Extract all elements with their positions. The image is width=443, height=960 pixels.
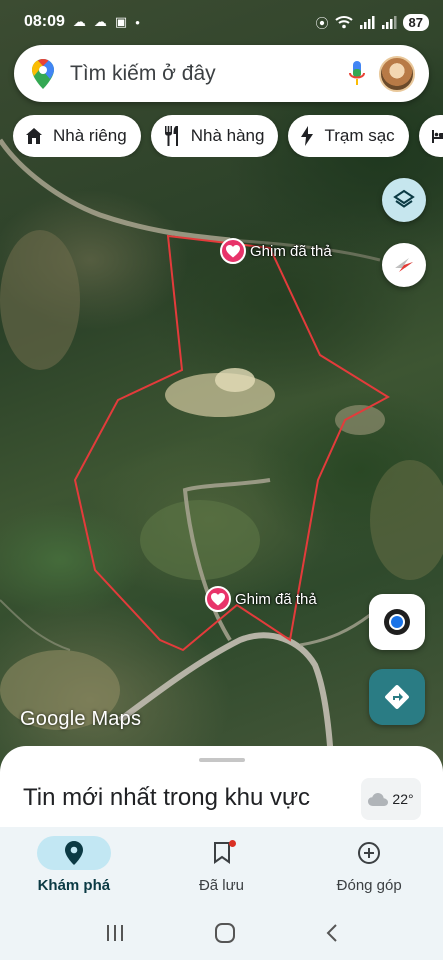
chip-hotel[interactable]: [418, 115, 443, 157]
pin-label: Ghim đã thả: [250, 242, 332, 260]
avatar[interactable]: [379, 55, 415, 92]
my-location-button[interactable]: [369, 594, 425, 650]
dropped-pin[interactable]: Ghim đã thả: [205, 586, 317, 612]
cloud-icon: ☁: [93, 14, 107, 29]
charging-icon: [301, 126, 314, 146]
nav-label: Khám phá: [37, 877, 111, 894]
sheet-drag-handle[interactable]: [199, 758, 245, 762]
layers-icon: [393, 189, 415, 208]
heart-icon: [220, 238, 246, 264]
signal-icon: [381, 16, 397, 29]
nav-label: Đóng góp: [336, 877, 402, 894]
hotel-icon: [431, 130, 443, 143]
nav-label: Đã lưu: [198, 877, 245, 894]
compass-button[interactable]: [382, 243, 426, 287]
cloud-icon: ☁: [72, 14, 86, 29]
dropped-pin[interactable]: Ghim đã thả: [220, 238, 332, 264]
chip-restaurant[interactable]: Nhà hàng: [150, 115, 279, 157]
home-icon: [26, 128, 42, 144]
signal-icon: [359, 16, 375, 29]
system-navigation-bar: [0, 905, 443, 960]
nav-icon-container: [36, 836, 111, 870]
nav-saved[interactable]: Đã lưu: [148, 827, 296, 905]
my-location-icon: [384, 609, 410, 635]
dot-icon: •: [135, 14, 140, 30]
weather-badge[interactable]: 22°: [361, 778, 421, 820]
chip-charging[interactable]: Trạm sạc: [288, 115, 409, 157]
chip-home[interactable]: Nhà riêng: [13, 115, 141, 157]
add-circle-icon: [358, 842, 381, 864]
recents-icon[interactable]: [104, 923, 126, 943]
battery-indicator: 87: [402, 13, 429, 31]
nav-icon-container: [185, 836, 259, 870]
screenshot-icon: ▣: [114, 14, 128, 29]
home-icon[interactable]: [214, 922, 236, 944]
restaurant-icon: [164, 126, 178, 146]
chip-label: Trạm sạc: [324, 126, 395, 145]
search-bar[interactable]: Tìm kiếm ở đây: [14, 45, 429, 102]
directions-button[interactable]: [369, 669, 425, 725]
pin-label: Ghim đã thả: [235, 590, 317, 608]
status-bar: 08:09 ☁ ☁ ▣ • ⦿ 87: [0, 0, 443, 44]
nav-icon-container: [332, 836, 406, 870]
chip-label: Nhà riêng: [53, 126, 127, 145]
layers-button[interactable]: [382, 178, 426, 222]
status-time: 08:09: [24, 13, 65, 30]
weather-temperature: 22°: [392, 791, 414, 807]
directions-icon: [385, 685, 409, 709]
sheet-title: Tin mới nhất trong khu vực: [23, 784, 311, 811]
back-icon[interactable]: [325, 923, 339, 943]
bookmark-icon: [213, 842, 230, 864]
category-chips: Nhà riêng Nhà hàng Trạm sạc: [13, 115, 443, 157]
maps-pin-logo-icon: [32, 58, 54, 89]
bottom-navigation: Khám phá Đã lưu Đóng góp: [0, 827, 443, 905]
heart-icon: [205, 586, 231, 612]
microphone-icon[interactable]: [349, 60, 365, 87]
notification-dot: [228, 840, 236, 847]
wifi-icon: [334, 16, 353, 29]
nav-contribute[interactable]: Đóng góp: [295, 827, 443, 905]
search-input[interactable]: Tìm kiếm ở đây: [70, 62, 349, 86]
explore-pin-icon: [64, 841, 83, 865]
compass-icon: [395, 258, 413, 272]
google-maps-logo: Google Maps: [20, 708, 142, 730]
chip-label: Nhà hàng: [190, 126, 265, 145]
cloud-icon: [368, 792, 389, 806]
bottom-sheet[interactable]: Tin mới nhất trong khu vực 22°: [0, 746, 443, 836]
location-icon: ⦿: [315, 15, 329, 31]
nav-explore[interactable]: Khám phá: [0, 827, 148, 905]
